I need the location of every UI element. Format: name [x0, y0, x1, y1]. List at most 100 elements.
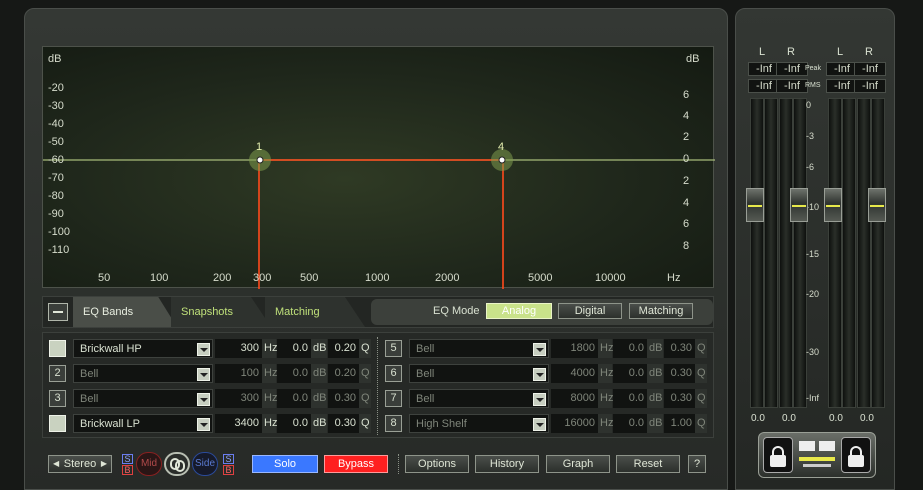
side-button[interactable]: Side — [192, 452, 218, 476]
chevron-down-icon[interactable] — [197, 393, 210, 406]
db-tick-left: -110 — [48, 244, 70, 256]
db-tick-left: -50 — [48, 136, 64, 148]
band-type-select[interactable]: Bell — [73, 389, 213, 408]
peak-readout-2: -Inf — [776, 62, 808, 76]
band-gain-field[interactable]: 0.0 — [277, 389, 311, 408]
band-gain-field[interactable]: 0.0 — [613, 339, 647, 358]
band-node-1[interactable] — [256, 156, 264, 164]
band-type-select[interactable]: Bell — [409, 339, 549, 358]
lock-icon-right[interactable] — [841, 437, 871, 473]
eq-graph[interactable]: 1 4 — [42, 46, 715, 289]
band-number-button[interactable]: 6 — [385, 365, 402, 382]
band-number-button[interactable]: 8 — [385, 415, 402, 432]
db-axis-unit-left: dB — [48, 53, 62, 65]
stereo-left-arrow-icon[interactable]: ◀ — [53, 456, 59, 472]
band-frequency-field[interactable]: 16000 — [551, 414, 598, 433]
meter-scale-tick: -3 — [806, 131, 815, 141]
fader-r2[interactable] — [868, 188, 886, 222]
db-tick-left: -60 — [48, 154, 64, 166]
band-type-select[interactable]: High Shelf — [409, 414, 549, 433]
band-q-field[interactable]: 0.30 — [664, 364, 695, 383]
band-type-select[interactable]: Brickwall HP — [73, 339, 213, 358]
band-gain-unit: dB — [647, 339, 663, 358]
channel-label-l1: L — [759, 46, 766, 58]
mid-button[interactable]: Mid — [136, 452, 162, 476]
stereo-selector[interactable]: ◀ Stereo ▶ — [48, 455, 112, 473]
band-frequency-field[interactable]: 1800 — [551, 339, 598, 358]
side-solo-button[interactable]: S — [223, 454, 234, 464]
band-q-field[interactable]: 0.30 — [664, 389, 695, 408]
band-type-value: Brickwall LP — [80, 418, 140, 430]
tab-eq-bands[interactable]: EQ Bands — [73, 297, 177, 327]
band-type-select[interactable]: Bell — [409, 364, 549, 383]
bottom-toolbar: ◀ Stereo ▶ S B Mid Side S B Solo Bypass … — [42, 452, 714, 476]
minus-icon[interactable] — [48, 303, 68, 321]
mid-solo-button[interactable]: S — [122, 454, 133, 464]
band-number-button[interactable]: 5 — [385, 340, 402, 357]
band-q-field[interactable]: 1.00 — [664, 414, 695, 433]
history-button[interactable]: History — [475, 455, 539, 473]
band-type-select[interactable]: Brickwall LP — [73, 414, 213, 433]
chevron-down-icon[interactable] — [197, 368, 210, 381]
band-frequency-field[interactable]: 100 — [215, 364, 262, 383]
band-type-select[interactable]: Bell — [73, 364, 213, 383]
band-node-4[interactable] — [498, 156, 506, 164]
band-gain-field[interactable]: 0.0 — [613, 364, 647, 383]
tab-matching[interactable]: Matching — [265, 297, 365, 327]
mode-matching-button[interactable]: Matching — [629, 303, 693, 319]
chevron-down-icon[interactable] — [533, 343, 546, 356]
band-type-select[interactable]: Bell — [409, 389, 549, 408]
chevron-down-icon[interactable] — [533, 393, 546, 406]
chevron-down-icon[interactable] — [533, 418, 546, 431]
band-q-field[interactable]: 0.20 — [328, 364, 359, 383]
meter-bar-l2b — [842, 98, 856, 408]
band-q-field[interactable]: 0.20 — [328, 339, 359, 358]
band-number-button[interactable]: 7 — [385, 390, 402, 407]
band-frequency-field[interactable]: 300 — [215, 339, 262, 358]
fader-l2[interactable] — [824, 188, 842, 222]
fader-r1[interactable] — [790, 188, 808, 222]
chevron-down-icon[interactable] — [533, 368, 546, 381]
band-q-field[interactable]: 0.30 — [328, 414, 359, 433]
link-icon[interactable] — [164, 452, 190, 476]
mode-analog-button[interactable]: Analog — [486, 303, 552, 319]
band-q-unit: Q — [695, 414, 707, 433]
solo-button[interactable]: Solo — [252, 455, 318, 473]
band-q-unit: Q — [359, 389, 371, 408]
band-q-field[interactable]: 0.30 — [328, 389, 359, 408]
band-gain-field[interactable]: 0.0 — [277, 364, 311, 383]
readout-l1: 0.0 — [751, 413, 765, 424]
band-frequency-field[interactable]: 300 — [215, 389, 262, 408]
tab-snapshots[interactable]: Snapshots — [171, 297, 271, 327]
fader-l1[interactable] — [746, 188, 764, 222]
options-button[interactable]: Options — [405, 455, 469, 473]
band-number-button[interactable]: 3 — [49, 390, 66, 407]
graph-button[interactable]: Graph — [546, 455, 610, 473]
readout-l2: 0.0 — [829, 413, 843, 424]
band-enable-checkbox[interactable] — [49, 415, 66, 432]
band-gain-field[interactable]: 0.0 — [613, 414, 647, 433]
db-tick-right: 2 — [683, 131, 690, 143]
mode-digital-button[interactable]: Digital — [558, 303, 622, 319]
chevron-down-icon[interactable] — [197, 343, 210, 356]
meter-scale-tick: -30 — [806, 347, 820, 357]
link-faders-icon[interactable] — [799, 439, 835, 469]
stereo-right-arrow-icon[interactable]: ▶ — [101, 456, 107, 472]
mid-bypass-button[interactable]: B — [122, 465, 133, 475]
band-gain-field[interactable]: 0.0 — [277, 339, 311, 358]
band-frequency-field[interactable]: 4000 — [551, 364, 598, 383]
reset-button[interactable]: Reset — [616, 455, 680, 473]
band-q-field[interactable]: 0.30 — [664, 339, 695, 358]
band-number-button[interactable]: 2 — [49, 365, 66, 382]
chevron-down-icon[interactable] — [197, 418, 210, 431]
bypass-button[interactable]: Bypass — [324, 455, 388, 473]
band-gain-field[interactable]: 0.0 — [613, 389, 647, 408]
lock-icon[interactable] — [763, 437, 793, 473]
band-gain-field[interactable]: 0.0 — [277, 414, 311, 433]
node-1-label: 1 — [256, 141, 263, 153]
side-bypass-button[interactable]: B — [223, 465, 234, 475]
band-enable-checkbox[interactable] — [49, 340, 66, 357]
help-button[interactable]: ? — [688, 455, 706, 473]
band-frequency-field[interactable]: 3400 — [215, 414, 262, 433]
band-frequency-field[interactable]: 8000 — [551, 389, 598, 408]
